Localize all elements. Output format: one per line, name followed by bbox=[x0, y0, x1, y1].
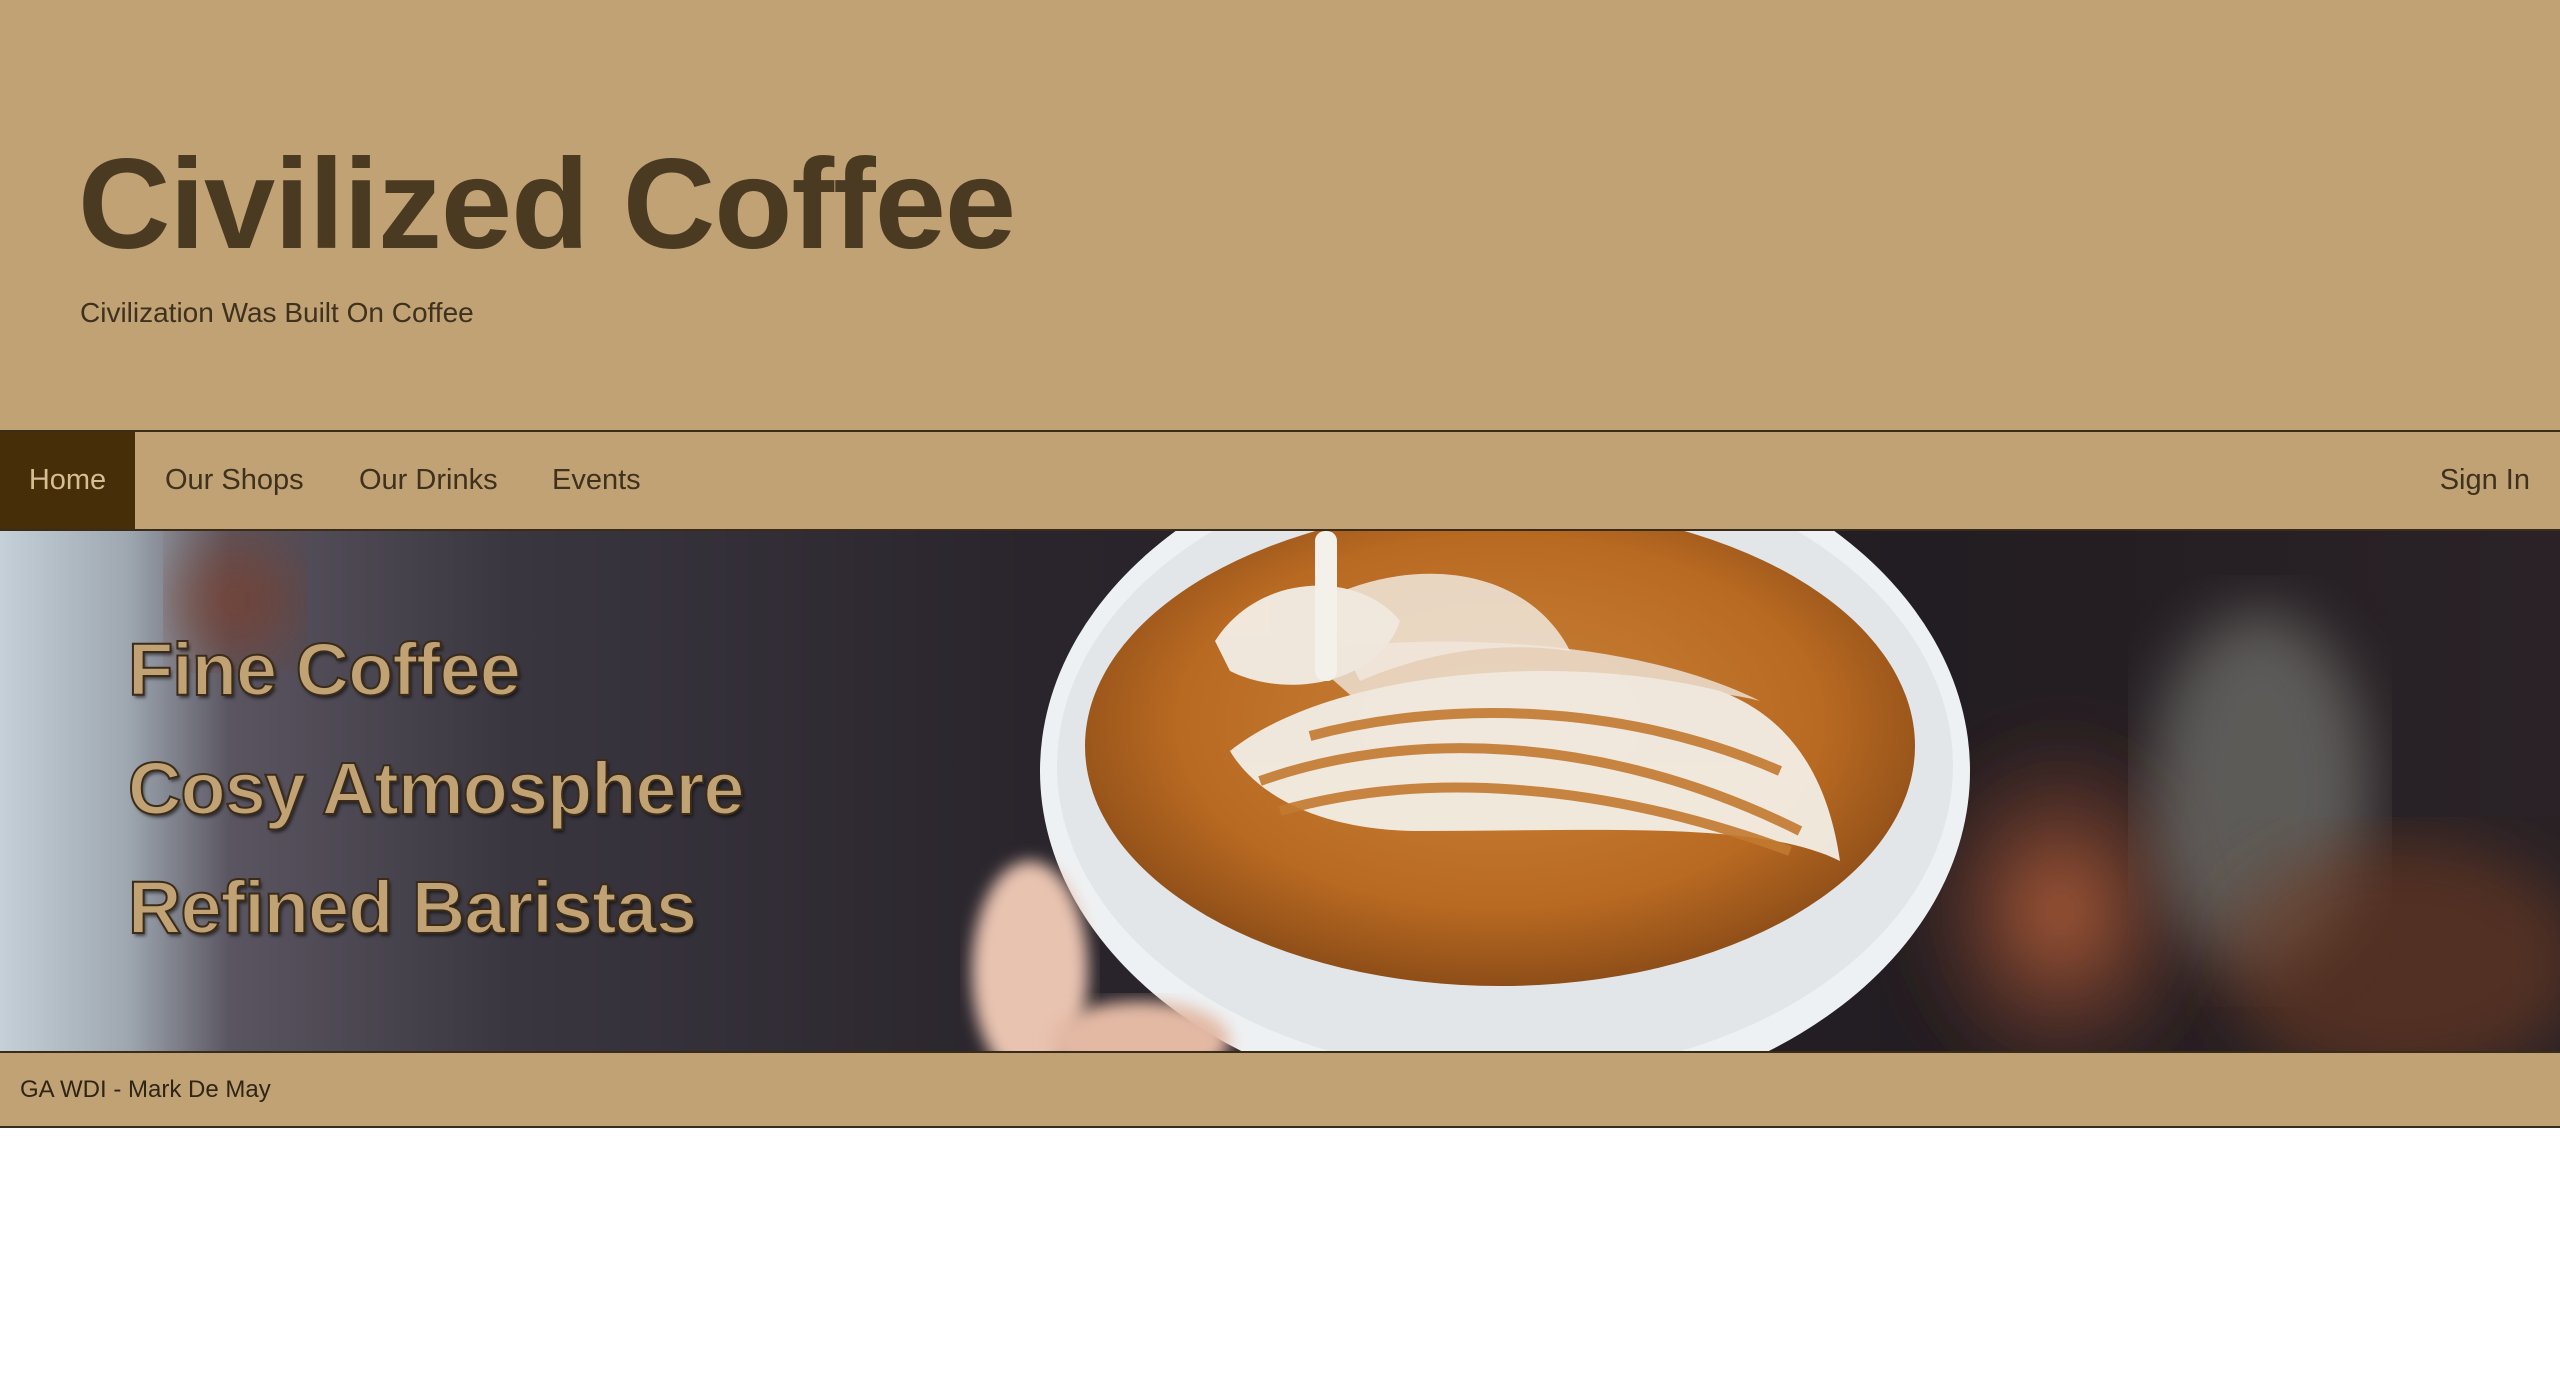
sign-in-link[interactable]: Sign In bbox=[2440, 432, 2530, 529]
site-footer: GA WDI - Mark De May bbox=[0, 1051, 2560, 1128]
site-title: Civilized Coffee bbox=[78, 133, 1016, 276]
site-tagline: Civilization Was Built On Coffee bbox=[80, 297, 474, 328]
hero-banner: Fine Coffee Cosy Atmosphere Refined Bari… bbox=[0, 531, 2560, 1051]
nav-item-home[interactable]: Home bbox=[0, 432, 135, 529]
hero-line-fine-coffee: Fine Coffee bbox=[127, 627, 522, 712]
nav-item-our-drinks[interactable]: Our Drinks bbox=[359, 432, 498, 529]
hero-line-cosy-atmosphere: Cosy Atmosphere bbox=[127, 746, 746, 831]
main-navbar: Home Our Shops Our Drinks Events Sign In bbox=[0, 430, 2560, 531]
footer-credit: GA WDI - Mark De May bbox=[20, 1076, 271, 1103]
nav-item-our-shops[interactable]: Our Shops bbox=[165, 432, 304, 529]
site-header: Civilized Coffee Civilization Was Built … bbox=[0, 0, 2560, 430]
nav-item-events[interactable]: Events bbox=[552, 432, 641, 529]
hero-line-refined-baristas: Refined Baristas bbox=[127, 865, 698, 950]
